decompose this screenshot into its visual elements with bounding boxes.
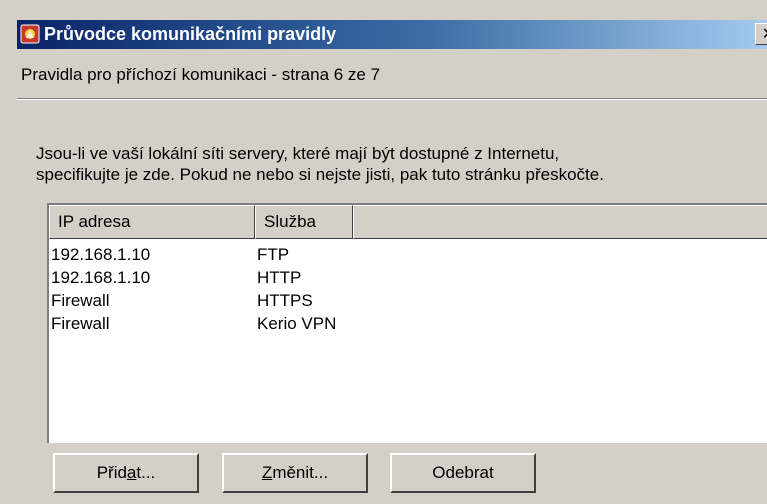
close-button[interactable]: ✕ (755, 23, 767, 45)
cell-service: Kerio VPN (257, 314, 337, 333)
column-header-service[interactable]: Služba (255, 205, 353, 239)
close-icon: ✕ (762, 24, 767, 43)
header-divider (17, 98, 767, 100)
services-list[interactable]: IP adresa Služba 192.168.1.10 FTP 192.16… (47, 203, 767, 443)
table-row[interactable]: Firewall HTTPS (49, 289, 767, 312)
cell-ip: 192.168.1.10 (51, 268, 151, 287)
page-subtitle: Pravidla pro příchozí komunikaci - stran… (21, 65, 381, 84)
wizard-header: Pravidla pro příchozí komunikaci - stran… (17, 50, 767, 98)
add-button-label-end: t... (136, 463, 156, 482)
column-header-ip[interactable]: IP adresa (49, 205, 255, 239)
cell-ip: Firewall (51, 291, 110, 310)
table-row[interactable]: 192.168.1.10 HTTP (49, 266, 767, 289)
add-button-mnemonic: a (126, 463, 137, 482)
table-row[interactable]: Firewall Kerio VPN (49, 312, 767, 335)
window-title: Průvodce komunikačními pravidly (44, 24, 337, 44)
column-header-empty[interactable] (353, 205, 767, 239)
cell-service: FTP (257, 245, 290, 264)
description-line-1: Jsou-li ve vaší lokální síti servery, kt… (36, 144, 560, 163)
add-button[interactable]: Přidat... (53, 453, 199, 493)
title-bar[interactable]: Průvodce komunikačními pravidly ✕ (17, 20, 767, 49)
wizard-dialog: Průvodce komunikačními pravidly ✕ Pravid… (0, 0, 767, 504)
remove-button[interactable]: Odebrat (390, 453, 536, 493)
description: Jsou-li ve vaší lokální síti servery, kt… (36, 143, 756, 185)
description-line-2: specifikujte je zde. Pokud ne nebo si ne… (36, 165, 604, 184)
cell-service: HTTPS (257, 291, 313, 310)
cell-ip: 192.168.1.10 (51, 245, 151, 264)
change-button-mnemonic: Z (261, 463, 273, 482)
list-header: IP adresa Služba (49, 205, 767, 239)
cell-ip: Firewall (51, 314, 110, 333)
change-button[interactable]: Změnit... (222, 453, 368, 493)
change-button-label-end: měnit... (272, 463, 329, 482)
table-row[interactable]: 192.168.1.10 FTP (49, 243, 767, 266)
cell-service: HTTP (257, 268, 302, 287)
wizard-app-icon (20, 24, 40, 44)
add-button-label-start: Přid (96, 463, 127, 482)
